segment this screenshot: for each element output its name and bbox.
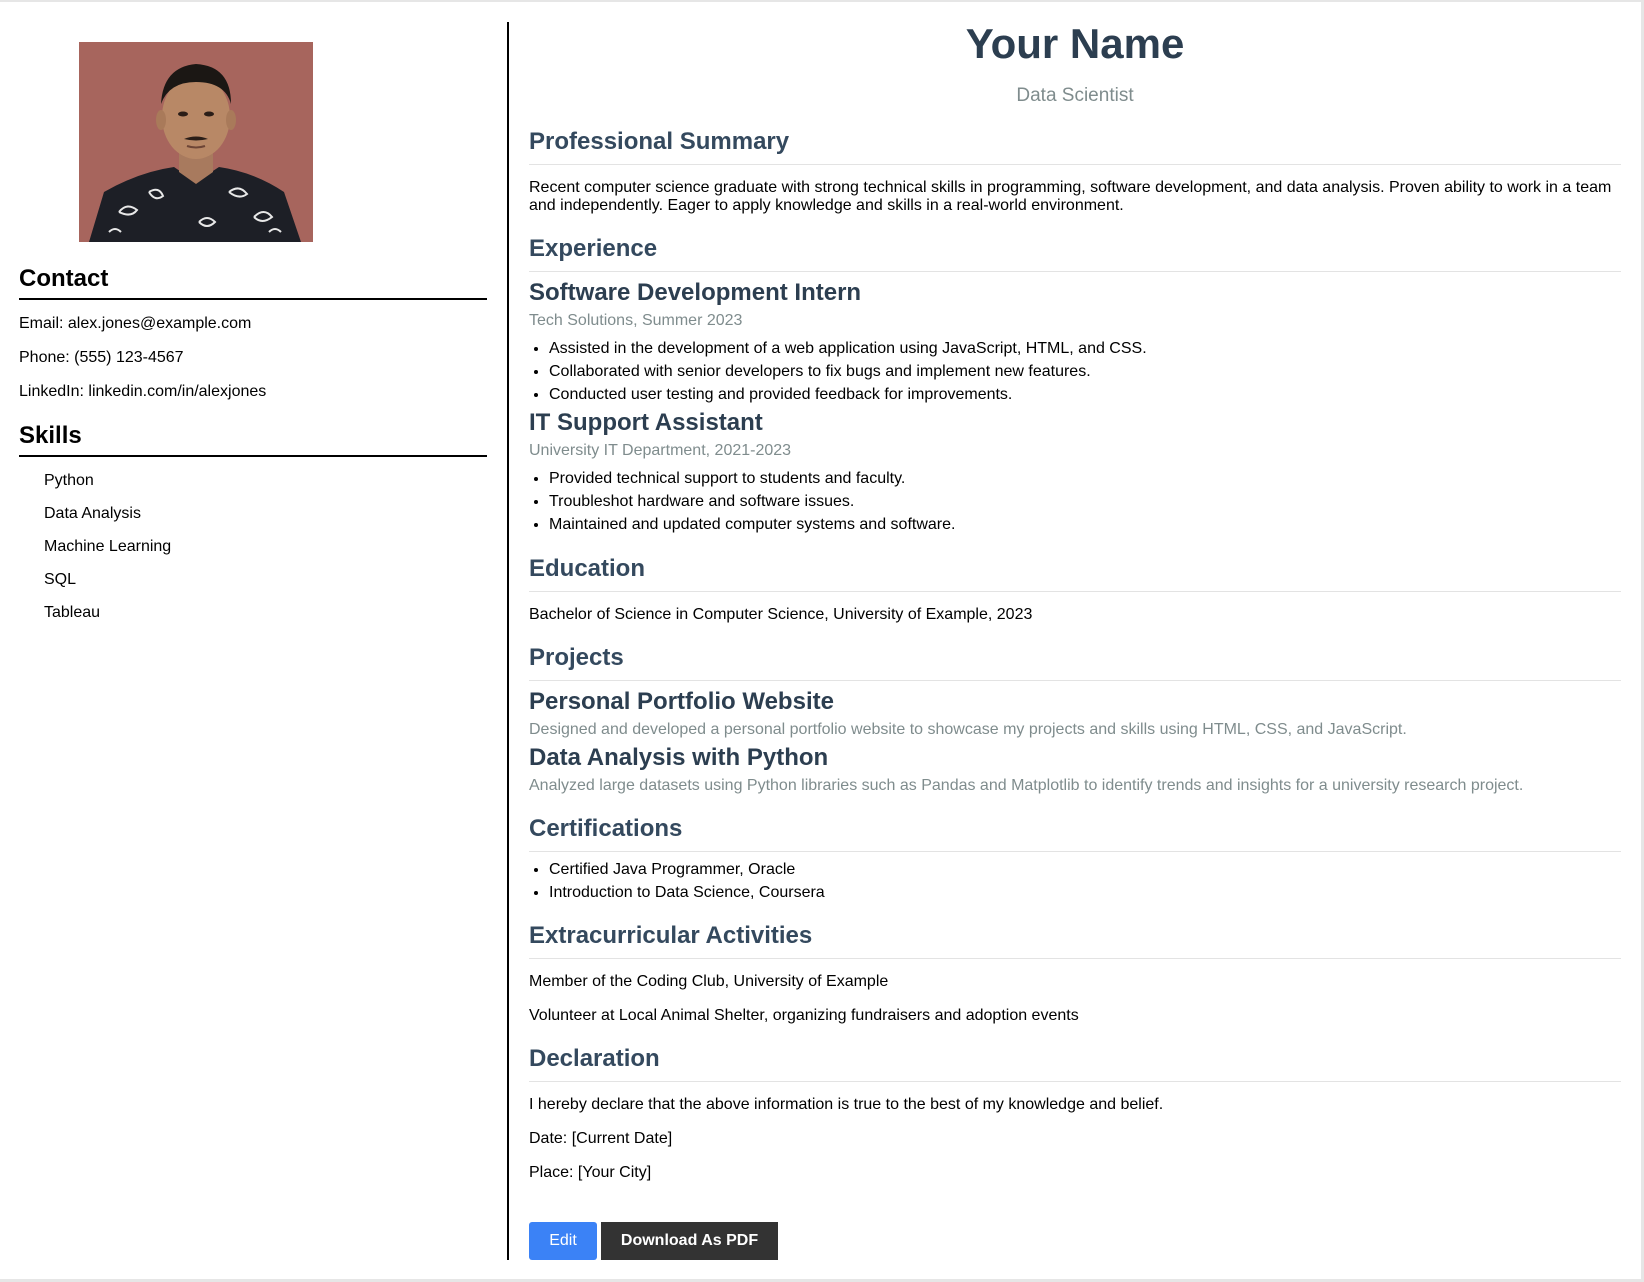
contact-linkedin: LinkedIn: linkedin.com/in/alexjones: [19, 383, 267, 400]
skill-item: Machine Learning: [44, 538, 172, 555]
experience-heading: Experience: [529, 235, 1621, 272]
list-item: Collaborated with senior developers to f…: [549, 360, 1147, 383]
summary-text: Recent computer science graduate with st…: [529, 179, 1612, 214]
skill-item: Python: [44, 472, 94, 489]
declaration-heading: Declaration: [529, 1045, 1621, 1082]
list-item: Assisted in the development of a web app…: [549, 337, 1147, 360]
list-item: Conducted user testing and provided feed…: [549, 383, 1147, 406]
job-title: IT Support Assistant: [529, 409, 763, 436]
job-bullets: Assisted in the development of a web app…: [529, 337, 1147, 406]
certifications-heading: Certifications: [529, 815, 1621, 852]
education-text: Bachelor of Science in Computer Science,…: [529, 606, 1033, 623]
job-title: Software Development Intern: [529, 279, 862, 306]
list-item: Maintained and updated computer systems …: [549, 513, 955, 536]
contact-heading: Contact: [19, 265, 487, 300]
contact-email: Email: alex.jones@example.com: [19, 315, 252, 332]
education-heading: Education: [529, 555, 1621, 592]
skill-item: SQL: [44, 571, 77, 588]
list-item: Certified Java Programmer, Oracle: [549, 858, 825, 881]
job-role: Data Scientist: [1016, 85, 1134, 106]
activity-item: Member of the Coding Club, University of…: [529, 973, 889, 990]
project-description: Analyzed large datasets using Python lib…: [529, 777, 1524, 794]
page-title: Your Name: [965, 20, 1185, 67]
skill-item: Data Analysis: [44, 505, 141, 522]
contact-phone: Phone: (555) 123-4567: [19, 349, 184, 366]
job-meta: University IT Department, 2021-2023: [529, 442, 792, 459]
project-title: Data Analysis with Python: [529, 744, 829, 771]
skill-item: Tableau: [44, 604, 101, 621]
edit-button[interactable]: Edit: [529, 1222, 597, 1260]
activity-item: Volunteer at Local Animal Shelter, organ…: [529, 1007, 1079, 1024]
profile-photo: [79, 42, 313, 242]
extracurricular-heading: Extracurricular Activities: [529, 922, 1621, 959]
job-meta: Tech Solutions, Summer 2023: [529, 312, 743, 329]
project-description: Designed and developed a personal portfo…: [529, 721, 1407, 738]
declaration-date: Date: [Current Date]: [529, 1130, 673, 1147]
list-item: Provided technical support to students a…: [549, 467, 955, 490]
list-item: Introduction to Data Science, Coursera: [549, 881, 825, 904]
skills-heading: Skills: [19, 422, 487, 457]
download-pdf-button[interactable]: Download As PDF: [601, 1222, 778, 1260]
column-divider: [507, 22, 509, 1260]
summary-heading: Professional Summary: [529, 128, 1621, 165]
declaration-place: Place: [Your City]: [529, 1164, 652, 1181]
job-bullets: Provided technical support to students a…: [529, 467, 955, 536]
declaration-text: I hereby declare that the above informat…: [529, 1096, 1164, 1113]
project-title: Personal Portfolio Website: [529, 688, 834, 715]
projects-heading: Projects: [529, 644, 1621, 681]
window-top-border: [0, 0, 1644, 2]
list-item: Troubleshot hardware and software issues…: [549, 490, 955, 513]
certifications-list: Certified Java Programmer, Oracle Introd…: [529, 858, 825, 904]
